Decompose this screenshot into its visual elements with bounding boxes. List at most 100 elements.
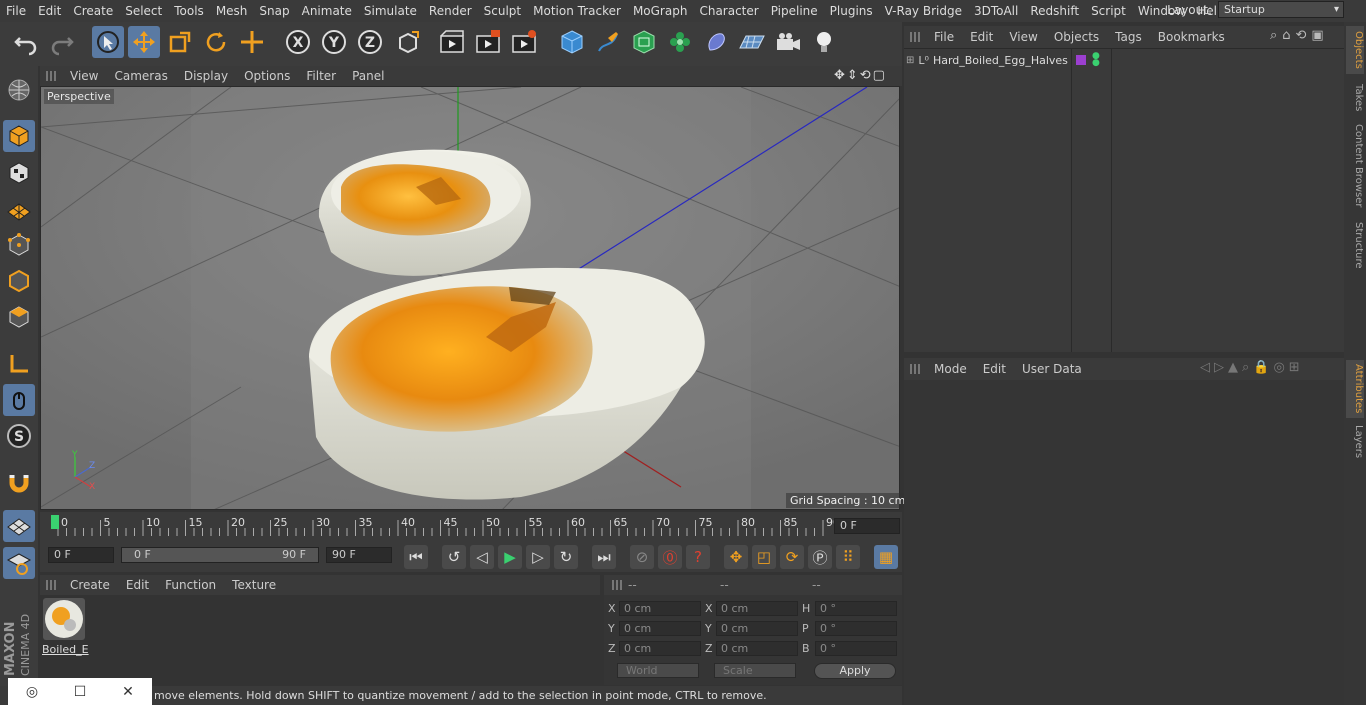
- viewport-menu-options[interactable]: Options: [236, 69, 298, 83]
- record-keys-icon[interactable]: ⊘: [630, 545, 654, 569]
- rotation-b-field[interactable]: 0 °: [815, 641, 897, 656]
- objects-menu-file[interactable]: File: [926, 30, 962, 44]
- deformer-icon[interactable]: [700, 26, 732, 58]
- z-axis-icon[interactable]: Z: [354, 26, 386, 58]
- coordinate-system-icon[interactable]: [392, 26, 424, 58]
- render-picture-viewer-icon[interactable]: [472, 26, 504, 58]
- magnet-icon[interactable]: [3, 466, 35, 498]
- menu-script[interactable]: Script: [1085, 4, 1132, 18]
- tweak-mode-icon[interactable]: [3, 384, 35, 416]
- visibility-dots-icon[interactable]: ● ●: [1092, 52, 1100, 68]
- texture-mode-icon[interactable]: [3, 157, 35, 189]
- edges-mode-icon[interactable]: [3, 265, 35, 297]
- menu-mesh[interactable]: Mesh: [210, 4, 254, 18]
- viewport-menu-view[interactable]: View: [62, 69, 106, 83]
- play-icon[interactable]: ▶: [498, 545, 522, 569]
- tab-attributes[interactable]: Attributes: [1346, 360, 1364, 418]
- attribute-nav-icons[interactable]: ◁▷▲⌕🔒◎⊞: [1200, 360, 1304, 375]
- next-frame-icon[interactable]: ▷: [526, 545, 550, 569]
- redo-icon[interactable]: [46, 26, 78, 58]
- pen-icon[interactable]: [592, 26, 624, 58]
- scale-icon[interactable]: [164, 26, 196, 58]
- subdivision-icon[interactable]: [628, 26, 660, 58]
- polygons-mode-icon[interactable]: [3, 301, 35, 333]
- menu-create[interactable]: Create: [67, 4, 119, 18]
- perspective-viewport[interactable]: [40, 86, 900, 510]
- move-icon[interactable]: [128, 26, 160, 58]
- select-icon[interactable]: [92, 26, 124, 58]
- viewport-navigation-icons[interactable]: ✥⇕⟲▢: [834, 68, 900, 84]
- material-menu-function[interactable]: Function: [157, 578, 224, 592]
- live-select-icon[interactable]: [236, 26, 268, 58]
- menu-render[interactable]: Render: [423, 4, 478, 18]
- material-panel-grip[interactable]: [46, 580, 56, 590]
- coordinates-panel-grip[interactable]: [612, 580, 622, 590]
- object-row[interactable]: ⊞ L⁰ Hard_Boiled_Egg_Halves: [906, 51, 1072, 69]
- position-x-field[interactable]: 0 cm: [619, 601, 701, 616]
- tab-takes[interactable]: Takes: [1346, 82, 1364, 114]
- menu-character[interactable]: Character: [693, 4, 764, 18]
- keyframe-selection-icon[interactable]: ?: [686, 545, 710, 569]
- render-settings-icon[interactable]: [508, 26, 540, 58]
- viewport-menu-display[interactable]: Display: [176, 69, 236, 83]
- tab-structure[interactable]: Structure: [1346, 218, 1364, 272]
- menu-tools[interactable]: Tools: [168, 4, 210, 18]
- next-key-icon[interactable]: ↻: [554, 545, 578, 569]
- menu-file[interactable]: File: [0, 4, 32, 18]
- menu-edit[interactable]: Edit: [32, 4, 67, 18]
- app-icon[interactable]: ◎: [8, 684, 56, 700]
- timeline-window-icon[interactable]: ▦: [874, 545, 898, 569]
- objects-menu-edit[interactable]: Edit: [962, 30, 1001, 44]
- key-position-icon[interactable]: ✥: [724, 545, 748, 569]
- object-panel-grip[interactable]: [910, 32, 920, 42]
- menu-motion-tracker[interactable]: Motion Tracker: [527, 4, 627, 18]
- material-menu-create[interactable]: Create: [62, 578, 118, 592]
- close-icon[interactable]: ✕: [104, 684, 152, 700]
- menu-pipeline[interactable]: Pipeline: [765, 4, 824, 18]
- menu-simulate[interactable]: Simulate: [358, 4, 423, 18]
- menu-snap[interactable]: Snap: [253, 4, 295, 18]
- workplane-lock-icon[interactable]: [3, 510, 35, 542]
- objects-menu-objects[interactable]: Objects: [1046, 30, 1107, 44]
- attributes-menu-user-data[interactable]: User Data: [1014, 362, 1090, 376]
- goto-start-icon[interactable]: ⏮: [404, 545, 428, 569]
- timeline-ruler[interactable]: [50, 514, 830, 536]
- attribute-panel-grip[interactable]: [910, 364, 920, 374]
- menu-mograph[interactable]: MoGraph: [627, 4, 694, 18]
- menu-vray-bridge[interactable]: V-Ray Bridge: [879, 4, 968, 18]
- camera-icon[interactable]: [772, 26, 804, 58]
- tab-content-browser[interactable]: Content Browser: [1346, 122, 1364, 210]
- object-manager-search-icon[interactable]: ⌕⌂⟲▣: [1270, 28, 1329, 43]
- position-y-field[interactable]: 0 cm: [619, 621, 701, 636]
- viewport-solo-icon[interactable]: [3, 74, 35, 106]
- x-axis-icon[interactable]: X: [282, 26, 314, 58]
- autokey-icon[interactable]: ⓪: [658, 545, 682, 569]
- layer-color-swatch[interactable]: [1076, 55, 1086, 65]
- undo-icon[interactable]: [10, 26, 42, 58]
- menu-sculpt[interactable]: Sculpt: [478, 4, 527, 18]
- menu-plugins[interactable]: Plugins: [824, 4, 879, 18]
- menu-select[interactable]: Select: [119, 4, 168, 18]
- model-mode-icon[interactable]: [3, 120, 35, 152]
- rotation-h-field[interactable]: 0 °: [815, 601, 897, 616]
- playhead[interactable]: [51, 515, 59, 529]
- workplane-align-icon[interactable]: [3, 547, 35, 579]
- key-pla-icon[interactable]: ⠿: [836, 545, 860, 569]
- floor-icon[interactable]: [736, 26, 768, 58]
- expand-icon[interactable]: ⊞: [906, 55, 914, 66]
- y-axis-icon[interactable]: Y: [318, 26, 350, 58]
- points-mode-icon[interactable]: [3, 229, 35, 261]
- light-icon[interactable]: [808, 26, 840, 58]
- previous-frame-icon[interactable]: ◁: [470, 545, 494, 569]
- key-scale-icon[interactable]: ◰: [752, 545, 776, 569]
- viewport-menu-filter[interactable]: Filter: [298, 69, 344, 83]
- material-thumbnail[interactable]: [43, 598, 85, 640]
- material-menu-texture[interactable]: Texture: [224, 578, 284, 592]
- goto-end-icon[interactable]: ⏭: [592, 545, 616, 569]
- rotation-p-field[interactable]: 0 °: [815, 621, 897, 636]
- attributes-menu-edit[interactable]: Edit: [975, 362, 1014, 376]
- previous-key-icon[interactable]: ↺: [442, 545, 466, 569]
- position-z-field[interactable]: 0 cm: [619, 641, 701, 656]
- cloner-icon[interactable]: [664, 26, 696, 58]
- maximize-icon[interactable]: ☐: [56, 684, 104, 700]
